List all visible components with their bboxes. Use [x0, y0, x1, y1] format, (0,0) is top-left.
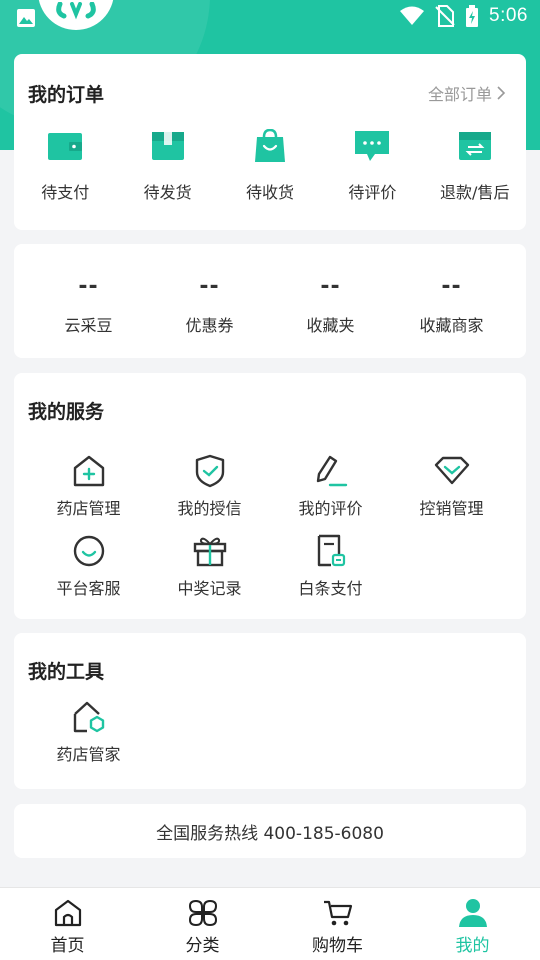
chevron-right-icon [497, 86, 506, 100]
refund-icon [458, 132, 491, 160]
stat-yuncaidou[interactable]: -- 云采豆 [28, 244, 149, 358]
order-pending-payment[interactable]: 待支付 [14, 128, 116, 203]
service-sales-control[interactable]: 控销管理 [391, 453, 512, 519]
order-label: 待收货 [245, 183, 294, 202]
service-label: 控销管理 [419, 499, 484, 518]
stat-value: -- [320, 274, 341, 299]
tab-label: 我的 [455, 936, 490, 956]
store-settings-icon [73, 701, 104, 733]
order-pending-shipment[interactable]: 待发货 [116, 128, 218, 203]
bill-icon [317, 534, 345, 567]
services-title: 我的服务 [28, 401, 105, 423]
tab-cart[interactable]: 购物车 [270, 888, 405, 960]
order-label: 退款/售后 [440, 183, 510, 202]
service-my-credit[interactable]: 我的授信 [149, 453, 270, 519]
package-icon [151, 132, 184, 160]
tab-category[interactable]: 分类 [135, 888, 270, 960]
service-my-reviews[interactable]: 我的评价 [270, 453, 391, 519]
bottom-tab-bar: 首页 分类 购物车 我的 [0, 887, 540, 960]
battery-icon [466, 5, 479, 27]
tab-label: 分类 [185, 936, 220, 956]
stat-value: -- [78, 274, 99, 299]
assets-card: -- 云采豆 -- 优惠券 -- 收藏夹 -- 收藏商家 [14, 244, 526, 358]
home-icon [54, 899, 81, 927]
tools-card: 我的工具 药店管家 [14, 633, 526, 789]
shopping-bag-icon [254, 129, 285, 162]
status-time: 5:06 [489, 5, 528, 26]
all-orders-label: 全部订单 [427, 85, 492, 104]
services-grid: 药店管理 我的授信 我的评价 控销管理 平台客服 中奖记录 白条支付 [28, 453, 512, 599]
stat-favorites[interactable]: -- 收藏夹 [270, 244, 391, 358]
tab-label: 购物车 [312, 936, 363, 956]
stat-favorite-merchants[interactable]: -- 收藏商家 [391, 244, 512, 358]
service-hotline[interactable]: 全国服务热线 400-185-6080 [14, 804, 526, 858]
service-pharmacy-management[interactable]: 药店管理 [28, 453, 149, 519]
order-pending-review[interactable]: 待评价 [321, 128, 423, 203]
gallery-notification-icon [17, 9, 35, 27]
status-bar: 5:06 [0, 0, 540, 36]
stat-label: 云采豆 [64, 316, 113, 335]
service-customer-support[interactable]: 平台客服 [28, 533, 149, 599]
user-icon [458, 899, 487, 927]
no-sim-icon [435, 5, 455, 27]
service-label: 我的授信 [177, 499, 242, 518]
orders-card: 我的订单 全部订单 待支付 待发货 待收货 待评价 退款/售后 [14, 54, 526, 230]
order-label: 待发货 [143, 183, 192, 202]
cart-icon [323, 900, 352, 926]
wifi-icon [400, 6, 425, 25]
tool-pharmacy-assistant[interactable]: 药店管家 [28, 699, 149, 765]
wallet-icon [48, 133, 83, 160]
service-label: 平台客服 [56, 579, 121, 598]
tool-label: 药店管家 [56, 745, 121, 764]
service-label: 中奖记录 [177, 579, 242, 598]
customer-service-icon [73, 535, 104, 567]
service-label: 白条支付 [298, 579, 363, 598]
pen-icon [316, 455, 347, 487]
pharmacy-icon [73, 455, 104, 487]
service-prize-records[interactable]: 中奖记录 [149, 533, 270, 599]
stat-label: 收藏商家 [419, 316, 484, 335]
order-label: 待评价 [348, 183, 397, 202]
diamond-icon [434, 456, 469, 485]
stat-coupons[interactable]: -- 优惠券 [149, 244, 270, 358]
stat-label: 优惠券 [185, 316, 234, 335]
tab-mine[interactable]: 我的 [405, 888, 540, 960]
stat-value: -- [199, 274, 220, 299]
order-pending-receipt[interactable]: 待收货 [219, 128, 321, 203]
stat-label: 收藏夹 [306, 316, 355, 335]
order-status-row: 待支付 待发货 待收货 待评价 退款/售后 [14, 128, 526, 203]
orders-title: 我的订单 [28, 84, 105, 106]
comment-icon [355, 131, 390, 161]
order-refund-aftersale[interactable]: 退款/售后 [424, 128, 526, 203]
tab-home[interactable]: 首页 [0, 888, 135, 960]
gift-icon [193, 537, 226, 567]
tab-label: 首页 [50, 936, 85, 956]
service-label: 药店管理 [56, 499, 121, 518]
services-card: 我的服务 药店管理 我的授信 我的评价 控销管理 平台客服 中奖记录 白条支付 [14, 373, 526, 619]
tools-title: 我的工具 [28, 661, 105, 683]
order-label: 待支付 [41, 183, 90, 202]
category-icon [188, 899, 217, 927]
hotline-text: 全国服务热线 400-185-6080 [156, 823, 384, 844]
shield-check-icon [195, 454, 224, 488]
stat-value: -- [441, 274, 462, 299]
all-orders-link[interactable]: 全部订单 [428, 81, 506, 105]
service-ious-payment[interactable]: 白条支付 [270, 533, 391, 599]
service-label: 我的评价 [298, 499, 363, 518]
